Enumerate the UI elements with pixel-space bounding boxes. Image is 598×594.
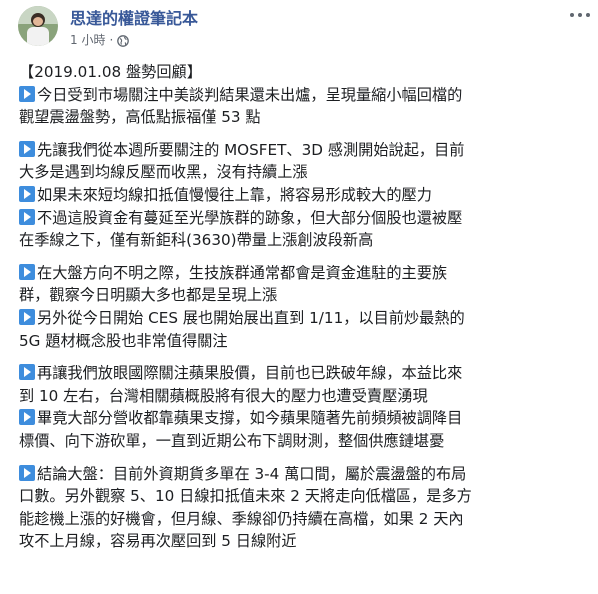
post-line: 5G 題材概念股也非常值得關注 xyxy=(19,331,228,350)
play-button-icon xyxy=(19,140,35,157)
post-line: 在季線之下，僅有新鉅科(3630)帶量上漲創波段新高 xyxy=(19,231,374,250)
author-name-link[interactable]: 思達的權證筆記本 xyxy=(70,5,198,29)
post-meta: 1 小時 · xyxy=(70,31,130,50)
avatar-body xyxy=(27,27,49,46)
post-line: 如果未來短均線扣抵值慢慢往上靠，將容易形成較大的壓力 xyxy=(19,184,583,207)
post-content: 【2019.01.08 盤勢回顧】 今日受到市場關注中美談判結果還未出爐，呈現量… xyxy=(19,61,583,553)
avatar-face xyxy=(33,17,43,26)
post-line: 今日受到市場關注中美談判結果還未出爐，呈現量縮小幅回檔的 xyxy=(19,84,583,107)
post-line: 口數。另外觀察 5、10 日線扣抵值未來 2 天將走向低檔區，是多方 xyxy=(19,487,472,506)
post-line: 再讓我們放眼國際關注蘋果股價，目前也已跌破年線，本益比來 xyxy=(19,362,583,385)
play-button-icon xyxy=(19,208,35,225)
post-line: 結論大盤：目前外資期貨多單在 3-4 萬口間，屬於震盪盤的布局 xyxy=(19,463,583,486)
facebook-post: 思達的權證筆記本 1 小時 · 【2019.01.08 盤勢回顧】 今日受到市場關… xyxy=(0,0,598,594)
post-line: 另外從今日開始 CES 展也開始展出直到 1/11，以目前炒最熱的 xyxy=(19,307,583,330)
post-line: 大多是遇到均線反壓而收黑，沒有持續上漲 xyxy=(19,163,308,182)
play-button-icon xyxy=(19,85,35,102)
post-line: 標價、向下游砍單，一直到近期公布下調財測，整個供應鏈堪憂 xyxy=(19,431,445,450)
post-line: 先讓我們從本週所要關注的 MOSFET、3D 感測開始說起，目前 xyxy=(19,139,583,162)
post-line: 攻不上月線，容易再次壓回到 5 日線附近 xyxy=(19,532,297,551)
post-line: 不過這股資金有蔓延至光學族群的跡象，但大部分個股也還被壓 xyxy=(19,207,583,230)
post-line: 能趁機上漲的好機會，但月線、季線卻仍持續在高檔，如果 2 天內 xyxy=(19,509,464,528)
more-options-icon[interactable] xyxy=(570,8,590,22)
post-timestamp[interactable]: 1 小時 xyxy=(70,33,105,47)
post-title: 【2019.01.08 盤勢回顧】 xyxy=(19,63,202,81)
globe-icon[interactable] xyxy=(117,35,130,50)
author-avatar[interactable] xyxy=(18,6,58,46)
post-line: 畢竟大部分營收都靠蘋果支撐，如今蘋果隨著先前頻頻被調降目 xyxy=(19,407,583,430)
play-button-icon xyxy=(19,185,35,202)
play-button-icon xyxy=(19,409,35,426)
post-line: 到 10 左右，台灣相關蘋概股將有很大的壓力也遭受賣壓湧現 xyxy=(19,386,428,405)
post-line: 在大盤方向不明之際，生技族群通常都會是資金進駐的主要族 xyxy=(19,262,583,285)
play-button-icon xyxy=(19,364,35,381)
play-button-icon xyxy=(19,308,35,325)
post-line: 觀望震盪盤勢，高低點振福僅 53 點 xyxy=(19,108,261,127)
post-line: 群，觀察今日明顯大多也都是呈現上漲 xyxy=(19,286,278,305)
play-button-icon xyxy=(19,464,35,481)
play-button-icon xyxy=(19,263,35,280)
post-header: 思達的權證筆記本 1 小時 · xyxy=(0,0,598,58)
meta-separator: · xyxy=(109,33,114,47)
